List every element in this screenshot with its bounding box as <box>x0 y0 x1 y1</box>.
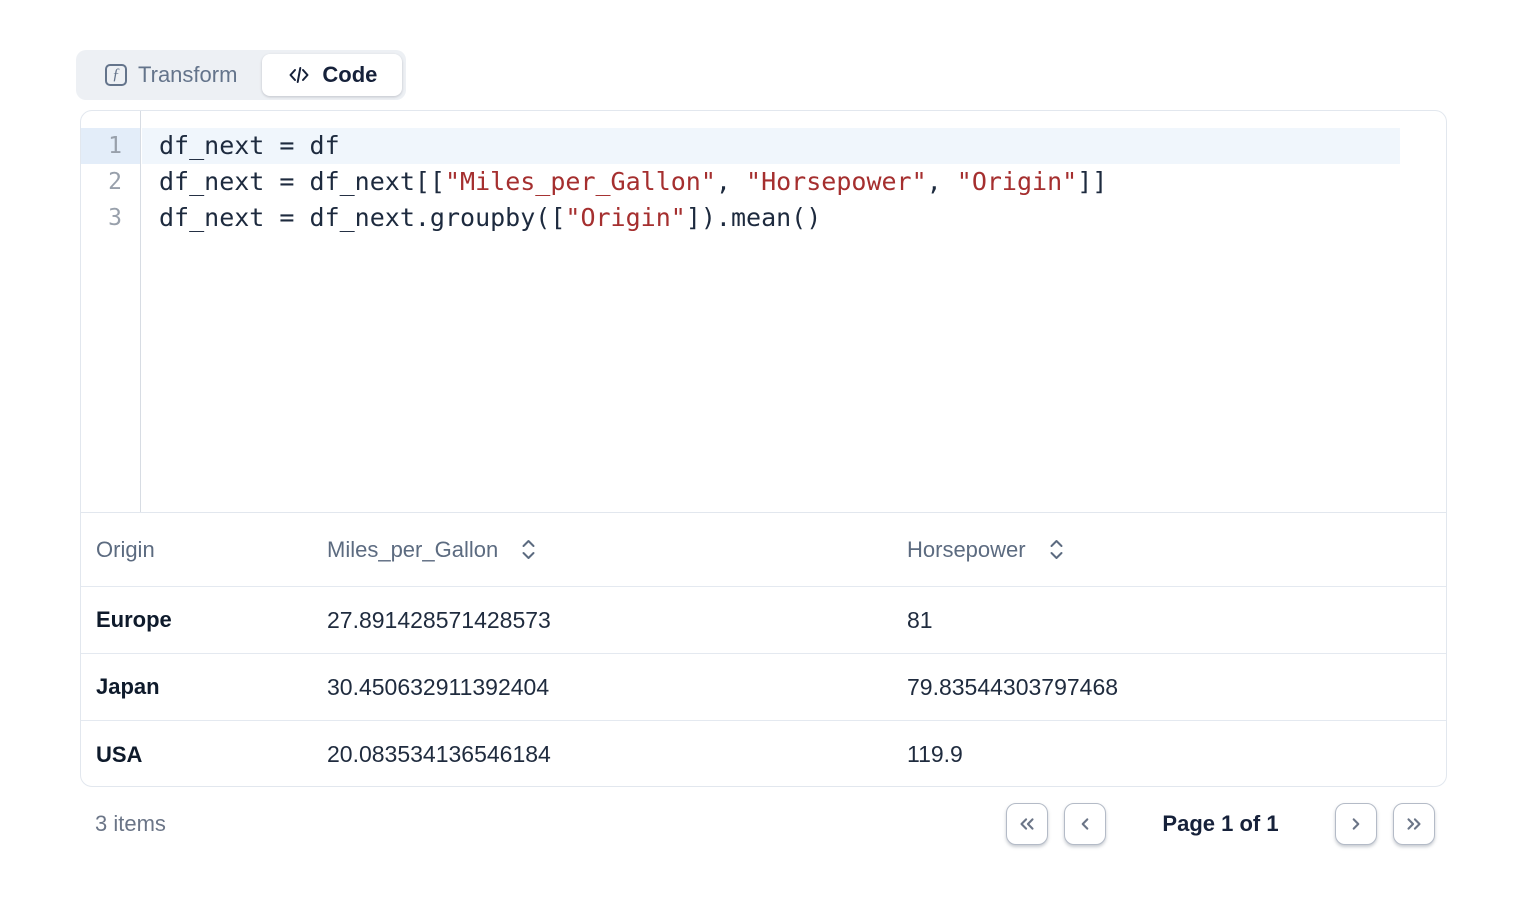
column-header-label: Horsepower <box>907 537 1026 563</box>
line-number-gutter: 1 2 3 <box>81 111 141 512</box>
tab-transform-label: Transform <box>138 62 237 88</box>
pagination: Page 1 of 1 <box>1006 803 1435 845</box>
code-token: ]).mean() <box>686 203 821 232</box>
cell-origin: USA <box>81 742 327 768</box>
code-line-2: df_next = df_next[["Miles_per_Gallon", "… <box>142 164 1446 200</box>
code-token: , <box>927 167 957 196</box>
code-icon <box>287 63 311 87</box>
cell-horsepower: 79.83544303797468 <box>907 674 1446 701</box>
table-header-row: Origin Miles_per_Gallon Horsepower <box>81 513 1446 587</box>
column-header-miles-per-gallon[interactable]: Miles_per_Gallon <box>327 537 907 563</box>
table-row: USA 20.083534136546184 119.9 <box>81 721 1446 787</box>
page-indicator: Page 1 of 1 <box>1106 811 1335 837</box>
table-row: Japan 30.450632911392404 79.835443037974… <box>81 654 1446 721</box>
cell-miles-per-gallon: 30.450632911392404 <box>327 674 907 701</box>
first-page-button[interactable] <box>1006 803 1048 845</box>
column-header-label: Origin <box>96 537 155 563</box>
view-toggle-tabbar: ƒ Transform Code <box>76 50 406 100</box>
code-token: , <box>716 167 746 196</box>
code-line-3: df_next = df_next.groupby(["Origin"]).me… <box>142 200 1446 236</box>
code-token: ]] <box>1077 167 1107 196</box>
cell-miles-per-gallon: 20.083534136546184 <box>327 741 907 768</box>
function-glyph: ƒ <box>112 67 120 83</box>
previous-page-button[interactable] <box>1064 803 1106 845</box>
code-token: df_next = df_next[[ <box>159 167 445 196</box>
chevrons-left-icon <box>1016 813 1038 835</box>
table-row: Europe 27.891428571428573 81 <box>81 587 1446 654</box>
line-number: 3 <box>81 200 140 236</box>
items-count: 3 items <box>95 811 166 837</box>
code-lines: df_next = df df_next = df_next[["Miles_p… <box>142 111 1446 236</box>
cell-miles-per-gallon: 27.891428571428573 <box>327 607 907 634</box>
tab-code[interactable]: Code <box>262 54 402 96</box>
line-number: 2 <box>81 164 140 200</box>
last-page-button[interactable] <box>1393 803 1435 845</box>
cell-origin: Japan <box>81 674 327 700</box>
sort-icon <box>520 538 537 561</box>
dataframe-transform-widget: ƒ Transform Code 1 2 3 df_next = <box>0 0 1516 918</box>
sort-icon <box>1048 538 1065 561</box>
chevron-right-icon <box>1345 813 1367 835</box>
code-line-1: df_next = df <box>142 128 1400 164</box>
code-token: df_next = df <box>159 131 340 160</box>
tab-code-label: Code <box>322 62 377 88</box>
tab-transform[interactable]: ƒ Transform <box>80 54 262 96</box>
column-header-origin: Origin <box>81 537 327 563</box>
code-token-string: "Origin" <box>565 203 685 232</box>
code-editor[interactable]: 1 2 3 df_next = df df_next = df_next[["M… <box>81 111 1446 513</box>
column-header-horsepower[interactable]: Horsepower <box>907 537 1446 563</box>
next-page-button[interactable] <box>1335 803 1377 845</box>
cell-horsepower: 81 <box>907 607 1446 634</box>
code-token: df_next = df_next.groupby([ <box>159 203 565 232</box>
chevrons-right-icon <box>1403 813 1425 835</box>
code-and-table-panel: 1 2 3 df_next = df df_next = df_next[["M… <box>80 110 1447 787</box>
code-token-string: "Miles_per_Gallon" <box>445 167 716 196</box>
line-number: 1 <box>81 128 140 164</box>
cell-origin: Europe <box>81 607 327 633</box>
column-header-label: Miles_per_Gallon <box>327 537 498 563</box>
code-token-string: "Origin" <box>957 167 1077 196</box>
table-footer: 3 items Page 1 of 1 <box>80 803 1447 845</box>
chevron-left-icon <box>1074 813 1096 835</box>
cell-horsepower: 119.9 <box>907 741 1446 768</box>
code-token-string: "Horsepower" <box>746 167 927 196</box>
function-square-icon: ƒ <box>105 64 127 86</box>
